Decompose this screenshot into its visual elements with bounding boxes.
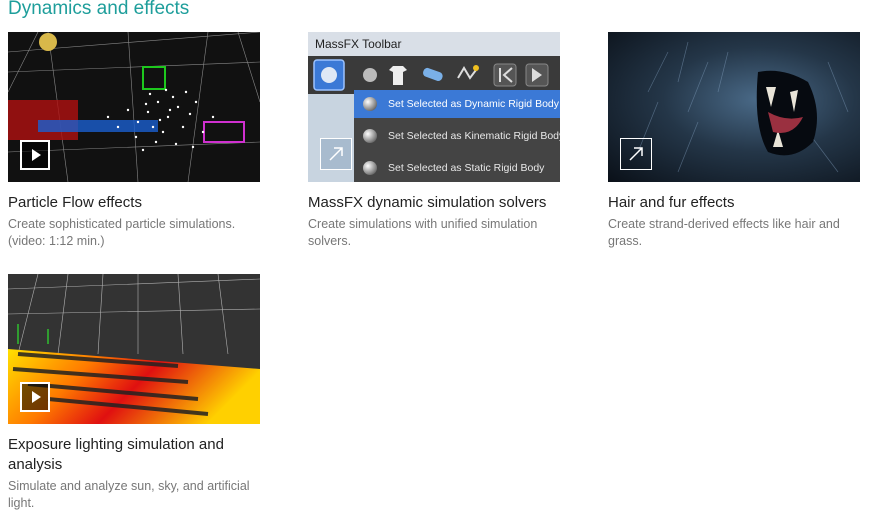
card-title[interactable]: Hair and fur effects bbox=[608, 193, 860, 213]
play-icon[interactable] bbox=[20, 140, 50, 170]
menu-item-dynamic[interactable]: Set Selected as Dynamic Rigid Body bbox=[354, 90, 560, 118]
menu-item-kinematic[interactable]: Set Selected as Kinematic Rigid Body bbox=[354, 122, 560, 150]
card-title[interactable]: MassFX dynamic simulation solvers bbox=[308, 193, 560, 213]
rigid-body-icon bbox=[363, 161, 377, 175]
card-exposure-lighting[interactable]: Exposure lighting simulation and analysi… bbox=[8, 274, 260, 512]
external-link-icon[interactable] bbox=[620, 138, 652, 170]
card-description: Create sophisticated particle simulation… bbox=[8, 217, 236, 248]
menu-item-label: Set Selected as Static Rigid Body bbox=[388, 162, 545, 174]
exposure-thumbnail[interactable] bbox=[8, 274, 260, 424]
particle-flow-thumbnail[interactable] bbox=[8, 32, 260, 182]
massfx-toolbar bbox=[308, 56, 560, 94]
section-title: Dynamics and effects bbox=[8, 0, 190, 19]
massfx-thumbnail[interactable]: MassFX Toolbar Set Selected as Dynamic R… bbox=[308, 32, 560, 182]
card-description: Create simulations with unified simulati… bbox=[308, 217, 538, 248]
external-link-icon[interactable] bbox=[320, 138, 352, 170]
card-particle-flow[interactable]: Particle Flow effects Create sophisticat… bbox=[8, 32, 260, 250]
card-massfx[interactable]: MassFX Toolbar Set Selected as Dynamic R… bbox=[308, 32, 560, 250]
card-title[interactable]: Particle Flow effects bbox=[8, 193, 260, 213]
card-description: Simulate and analyze sun, sky, and artif… bbox=[8, 479, 250, 510]
card-hair-fur[interactable]: Hair and fur effects Create strand-deriv… bbox=[608, 32, 860, 250]
massfx-menu: Set Selected as Dynamic Rigid Body Set S… bbox=[354, 90, 560, 182]
play-icon[interactable] bbox=[20, 382, 50, 412]
rigid-body-icon bbox=[363, 97, 377, 111]
hair-fur-thumbnail[interactable] bbox=[608, 32, 860, 182]
massfx-toolbar-title: MassFX Toolbar bbox=[308, 32, 560, 56]
menu-item-label: Set Selected as Kinematic Rigid Body bbox=[388, 130, 560, 142]
rigid-body-icon bbox=[363, 129, 377, 143]
menu-item-static[interactable]: Set Selected as Static Rigid Body bbox=[354, 154, 560, 182]
card-description: Create strand-derived effects like hair … bbox=[608, 217, 840, 248]
card-title[interactable]: Exposure lighting simulation and analysi… bbox=[8, 435, 260, 475]
menu-item-label: Set Selected as Dynamic Rigid Body bbox=[388, 98, 559, 110]
